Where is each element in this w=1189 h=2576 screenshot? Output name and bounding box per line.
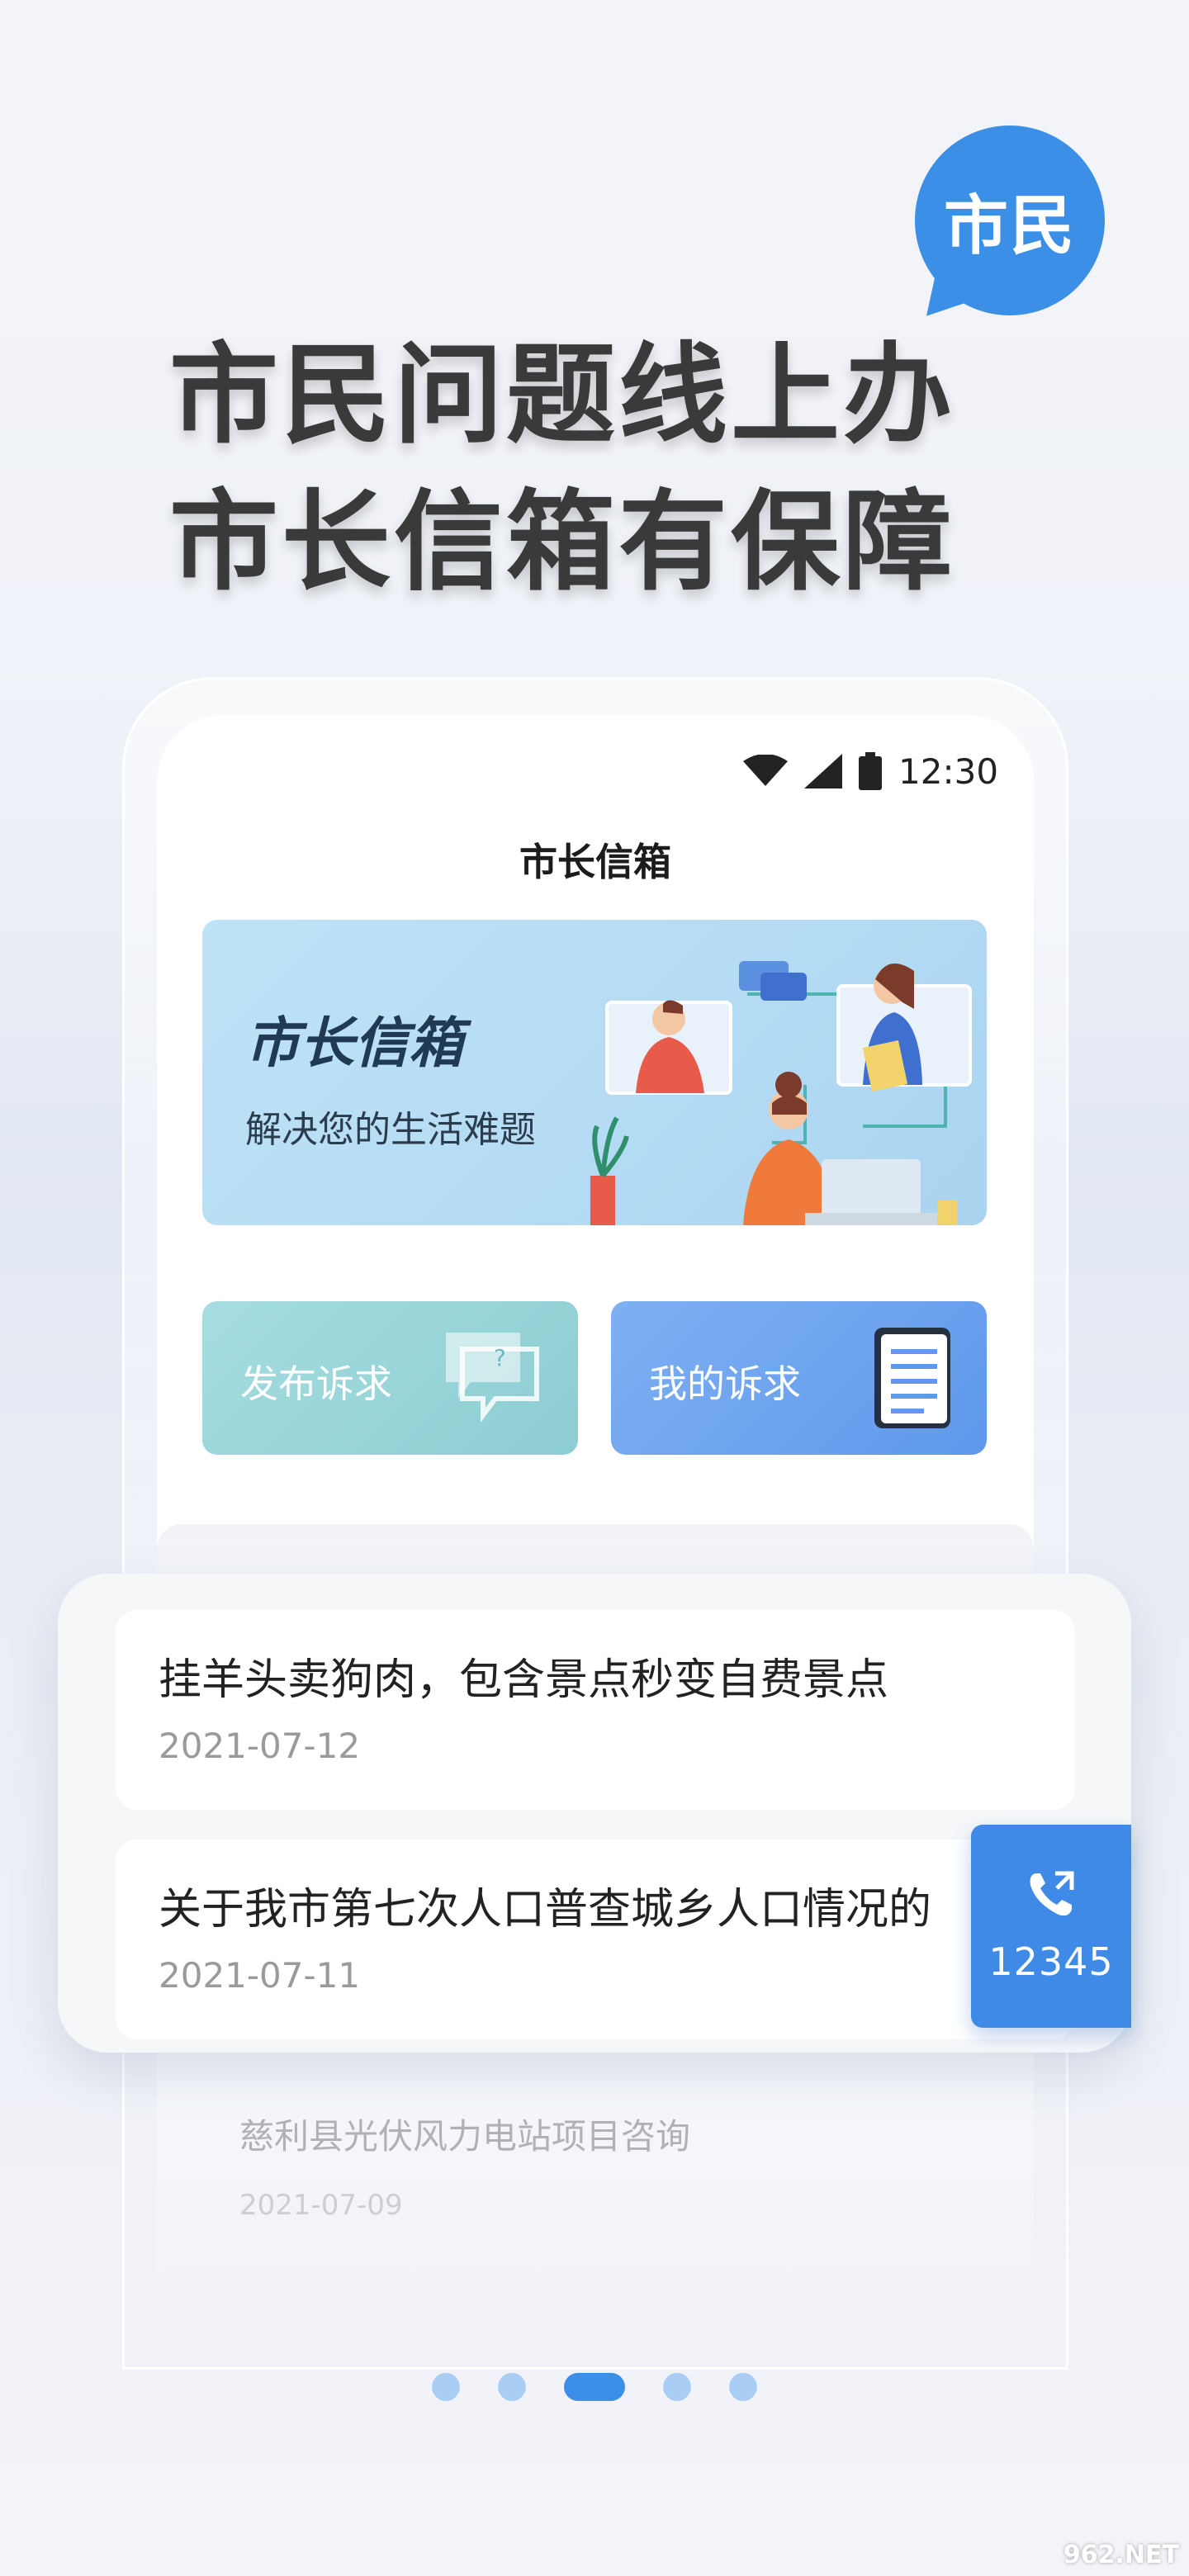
list-item[interactable]: 慈利县光伏风力电站项目咨询 2021-07-09 xyxy=(239,2109,690,2222)
banner-subtitle: 解决您的生活难题 xyxy=(245,1109,536,1151)
list-item-date: 2021-07-09 xyxy=(239,2189,403,2222)
document-list-icon xyxy=(874,1328,950,1428)
bubble-text: 市民 xyxy=(943,189,1076,263)
my-requests-button[interactable]: 我的诉求 xyxy=(611,1301,987,1455)
mayor-mailbox-banner[interactable]: 市长信箱 解决您的生活难题 xyxy=(202,920,987,1225)
hotline-button[interactable]: 12345 xyxy=(971,1825,1131,2028)
publish-request-button[interactable]: 发布诉求 ? xyxy=(202,1301,578,1455)
page-dot-active[interactable] xyxy=(564,2373,625,2401)
svg-text:?: ? xyxy=(494,1344,506,1371)
page-dot[interactable] xyxy=(729,2373,757,2401)
list-item[interactable]: 挂羊头卖狗肉，包含景点秒变自费景点 2021-07-12 xyxy=(116,1610,1075,1810)
banner-title: 市长信箱 xyxy=(245,1011,463,1075)
page-dot[interactable] xyxy=(498,2373,526,2401)
status-time: 12:30 xyxy=(898,751,999,792)
page-dot[interactable] xyxy=(432,2373,460,2401)
page-indicator xyxy=(0,2373,1189,2401)
battery-icon xyxy=(859,752,882,790)
list-item-title: 挂羊头卖狗肉，包含景点秒变自费景点 xyxy=(159,1655,889,1705)
app-title: 市长信箱 xyxy=(519,840,671,884)
citizen-bubble: 市民 xyxy=(915,125,1105,315)
headline: 市民问题线上办 市长信箱有保障 xyxy=(169,322,955,616)
status-bar: 12:30 xyxy=(743,746,998,796)
page-dot[interactable] xyxy=(663,2373,691,2401)
headline-line1: 市民问题线上办 xyxy=(169,332,955,459)
chat-question-icon: ? xyxy=(446,1333,539,1423)
signal-icon xyxy=(804,754,842,788)
list-item[interactable]: 关于我市第七次人口普查城乡人口情况的 2021-07-11 xyxy=(116,1840,1075,2039)
banner-illustration xyxy=(590,961,972,1225)
wifi-icon xyxy=(743,755,788,786)
list-item-date: 2021-07-11 xyxy=(159,1955,361,1996)
list-item-date: 2021-07-12 xyxy=(159,1726,361,1766)
my-requests-label: 我的诉求 xyxy=(649,1361,801,1406)
phone-call-icon xyxy=(1030,1871,1074,1916)
publish-request-label: 发布诉求 xyxy=(240,1361,392,1406)
list-item-title: 慈利县光伏风力电站项目咨询 xyxy=(239,2116,691,2157)
watermark: 962.NET xyxy=(1063,2540,1179,2569)
headline-line2: 市长信箱有保障 xyxy=(169,479,955,606)
list-item-title: 关于我市第七次人口普查城乡人口情况的 xyxy=(159,1885,932,1934)
hotline-number: 12345 xyxy=(988,1939,1114,1984)
